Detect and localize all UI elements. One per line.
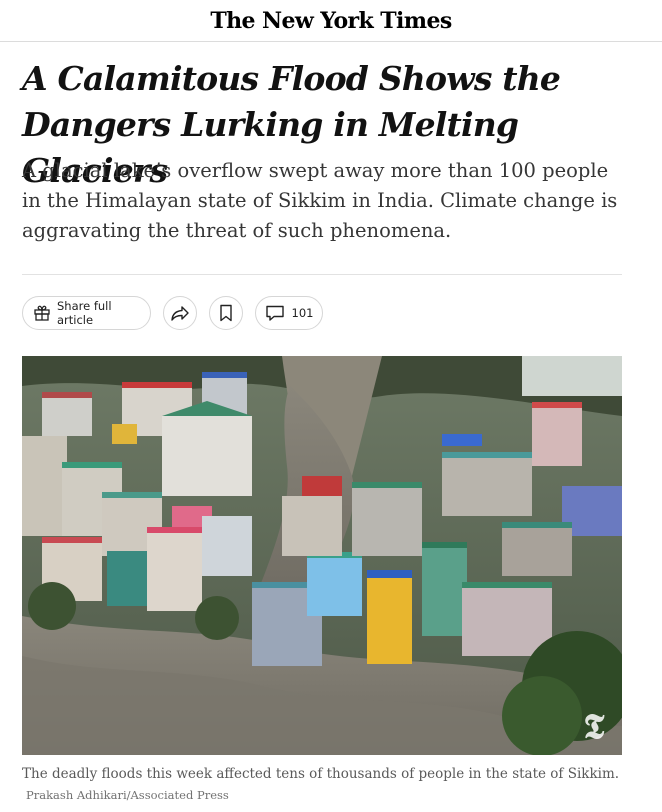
caption-text: The deadly floods this week affected ten… (22, 766, 620, 782)
flood-photo-illustration (22, 356, 622, 755)
article-summary: A glacial lake’s overflow swept away mor… (22, 159, 618, 242)
masthead: The New York Times (0, 0, 662, 42)
photo-caption: The deadly floods this week affected ten… (22, 764, 622, 806)
photo-credit: Prakash Adhikari/Associated Press (26, 788, 229, 802)
gift-icon (33, 304, 51, 322)
bookmark-icon (219, 304, 233, 322)
save-button[interactable] (209, 296, 243, 330)
headline-line-1: A Calamitous Flood Shows the (22, 59, 561, 98)
comments-count: 101 (291, 306, 314, 320)
comment-bubble-icon (265, 304, 285, 322)
share-full-article-button[interactable]: Share full article (22, 296, 151, 330)
comments-button[interactable]: 101 (255, 296, 323, 330)
nyt-t-watermark-icon: 𝕿 (583, 707, 605, 747)
share-button[interactable] (163, 296, 197, 330)
article-toolbar: Share full article 101 (22, 296, 622, 330)
share-arrow-icon (170, 304, 190, 322)
lead-photo[interactable]: 𝕿 (22, 356, 622, 755)
share-full-article-label: Share full article (57, 299, 112, 327)
nyt-logo[interactable]: The New York Times (210, 8, 452, 34)
divider (22, 274, 622, 275)
